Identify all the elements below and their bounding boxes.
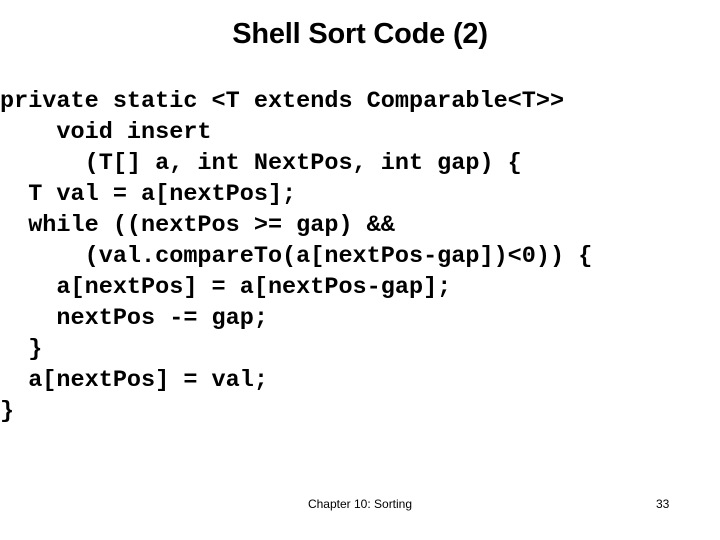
slide-canvas: Shell Sort Code (2) private static <T ex… [0,0,720,540]
code-line: } [0,398,15,425]
code-line: private static <T extends Comparable<T>> [0,88,565,115]
code-line: a[nextPos] = val; [0,367,268,394]
code-line: nextPos -= gap; [0,305,268,332]
code-line: T val = a[nextPos]; [0,181,297,208]
page-title: Shell Sort Code (2) [232,18,488,50]
code-line: void insert [0,119,212,146]
code-line: while ((nextPos >= gap) && [0,212,395,239]
slide-footer: Chapter 10: Sorting 33 [0,496,720,516]
code-line: (T[] a, int NextPos, int gap) { [0,150,522,177]
code-line: } [0,336,43,363]
code-line: a[nextPos] = a[nextPos-gap]; [0,274,452,301]
code-block: private static <T extends Comparable<T>>… [0,86,720,426]
code-line: (val.compareTo(a[nextPos-gap])<0)) { [0,243,593,270]
footer-chapter-label: Chapter 10: Sorting [307,497,413,511]
slide-number: 33 [656,497,670,511]
